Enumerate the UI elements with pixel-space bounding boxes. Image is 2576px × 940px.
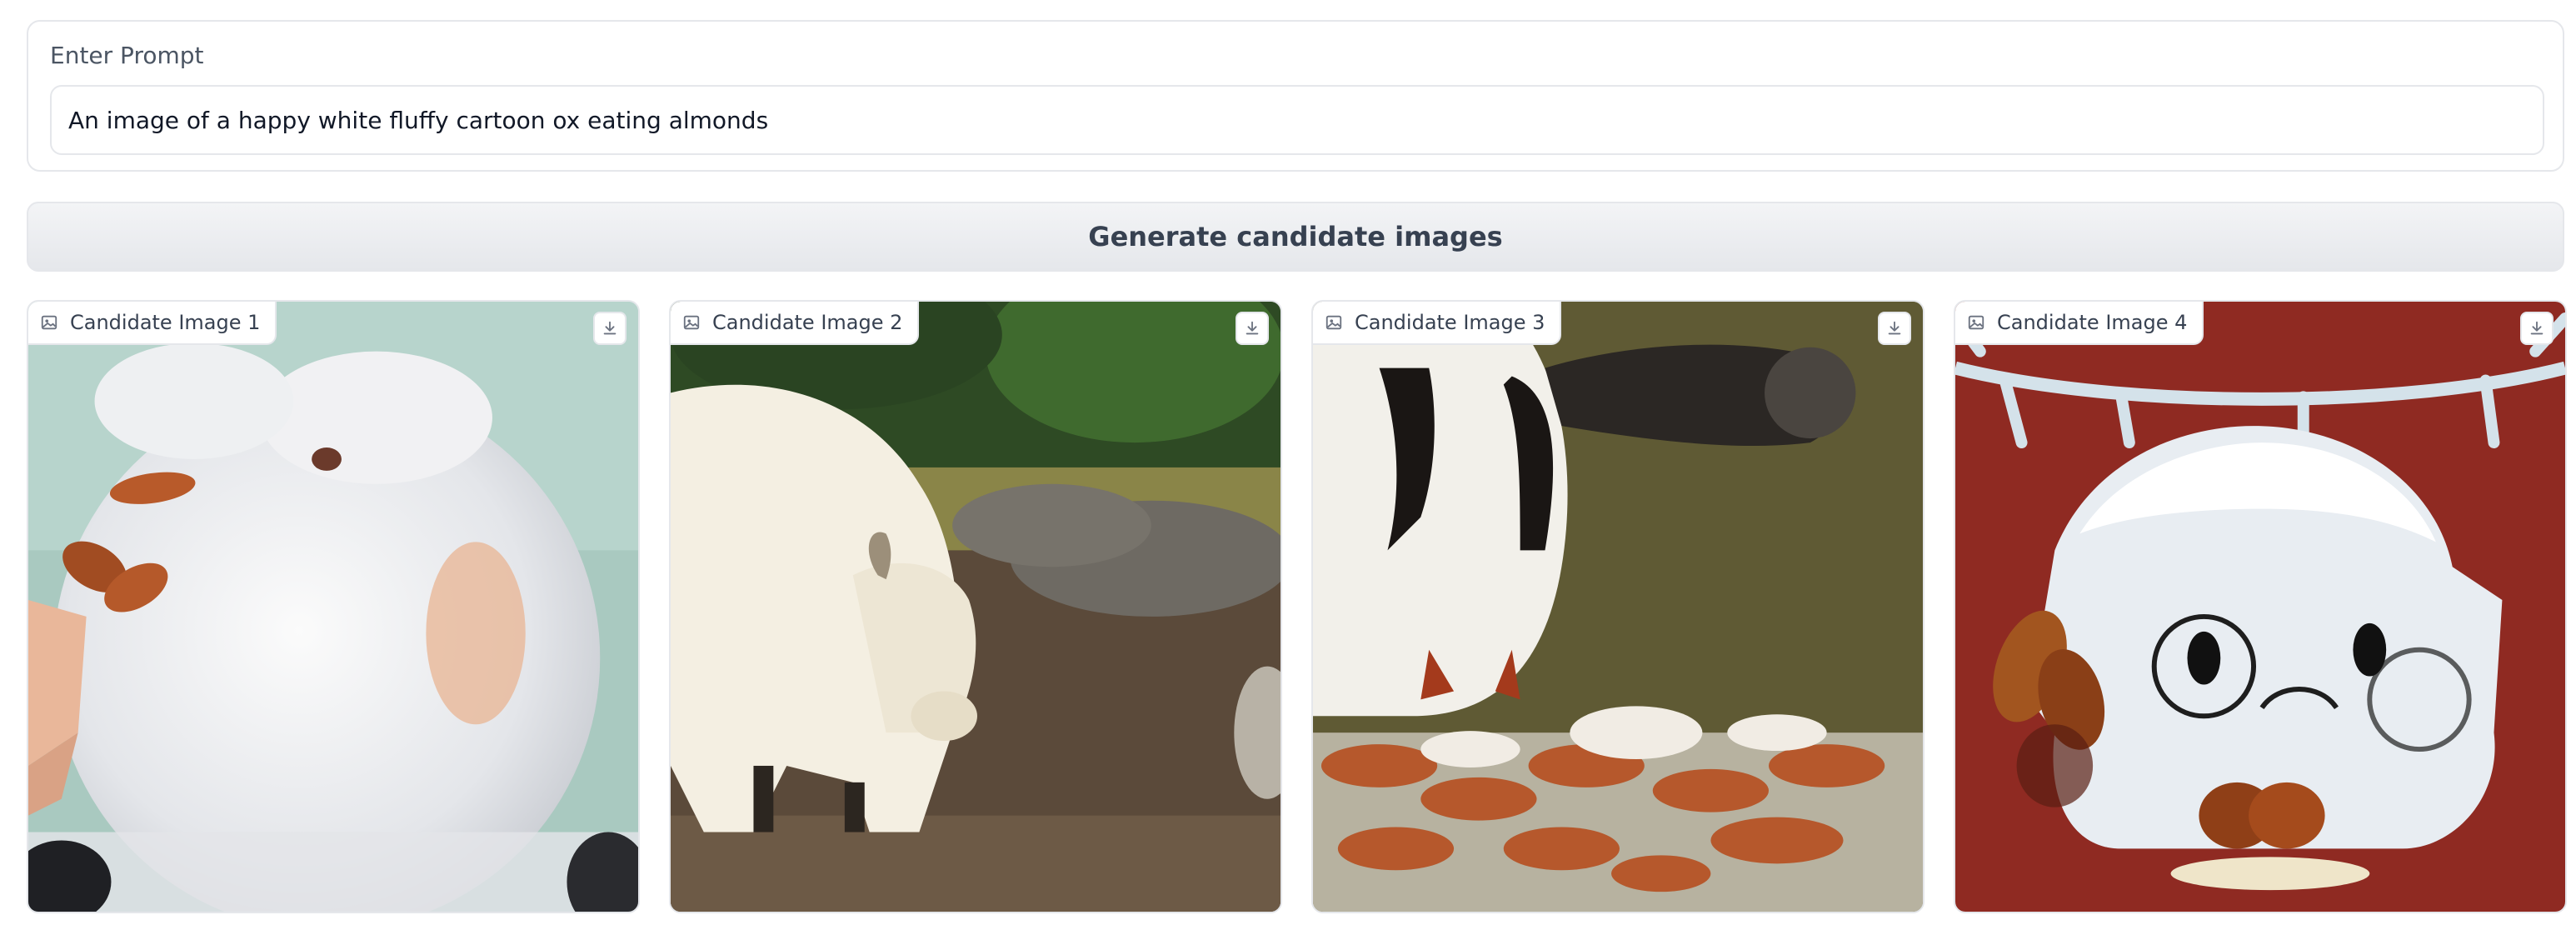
- candidate-image-4-title: Candidate Image 4: [1997, 311, 2188, 334]
- candidate-image-4-label: Candidate Image 4: [1955, 302, 2204, 345]
- image-icon: [683, 315, 700, 330]
- candidate-image-2-title: Candidate Image 2: [712, 311, 903, 334]
- download-icon: [2530, 321, 2544, 335]
- candidate-image-2-art: [671, 302, 1281, 912]
- download-icon: [1888, 321, 1901, 335]
- candidate-image-3-title: Candidate Image 3: [1355, 311, 1545, 334]
- candidate-image-1-download-button[interactable]: [593, 312, 627, 345]
- candidate-image-2[interactable]: Candidate Image 2: [669, 300, 1282, 913]
- candidate-image-3-download-button[interactable]: [1878, 312, 1911, 345]
- image-icon: [1325, 315, 1342, 330]
- prompt-label: Enter Prompt: [50, 42, 204, 69]
- candidate-image-3-label: Candidate Image 3: [1313, 302, 1562, 345]
- candidate-image-2-label: Candidate Image 2: [671, 302, 920, 345]
- generate-button[interactable]: Generate candidate images: [27, 202, 2564, 272]
- candidate-image-3-art: [1313, 302, 1923, 912]
- prompt-block: Enter Prompt: [27, 20, 2564, 172]
- candidate-gallery: Candidate Image 1 Candidate Image 2 Cand…: [0, 300, 2576, 913]
- image-icon: [1968, 315, 1984, 330]
- candidate-image-1[interactable]: Candidate Image 1: [27, 300, 640, 913]
- candidate-image-4-download-button[interactable]: [2520, 312, 2554, 345]
- prompt-input[interactable]: [50, 85, 2544, 155]
- candidate-image-1-art: [28, 302, 638, 912]
- candidate-image-4-art: [1955, 302, 2565, 912]
- candidate-image-1-title: Candidate Image 1: [70, 311, 261, 334]
- candidate-image-1-label: Candidate Image 1: [28, 302, 277, 345]
- candidate-image-4[interactable]: Candidate Image 4: [1954, 300, 2567, 913]
- image-icon: [41, 315, 57, 330]
- download-icon: [1246, 321, 1259, 335]
- candidate-image-3[interactable]: Candidate Image 3: [1311, 300, 1925, 913]
- download-icon: [603, 321, 617, 335]
- candidate-image-2-download-button[interactable]: [1236, 312, 1269, 345]
